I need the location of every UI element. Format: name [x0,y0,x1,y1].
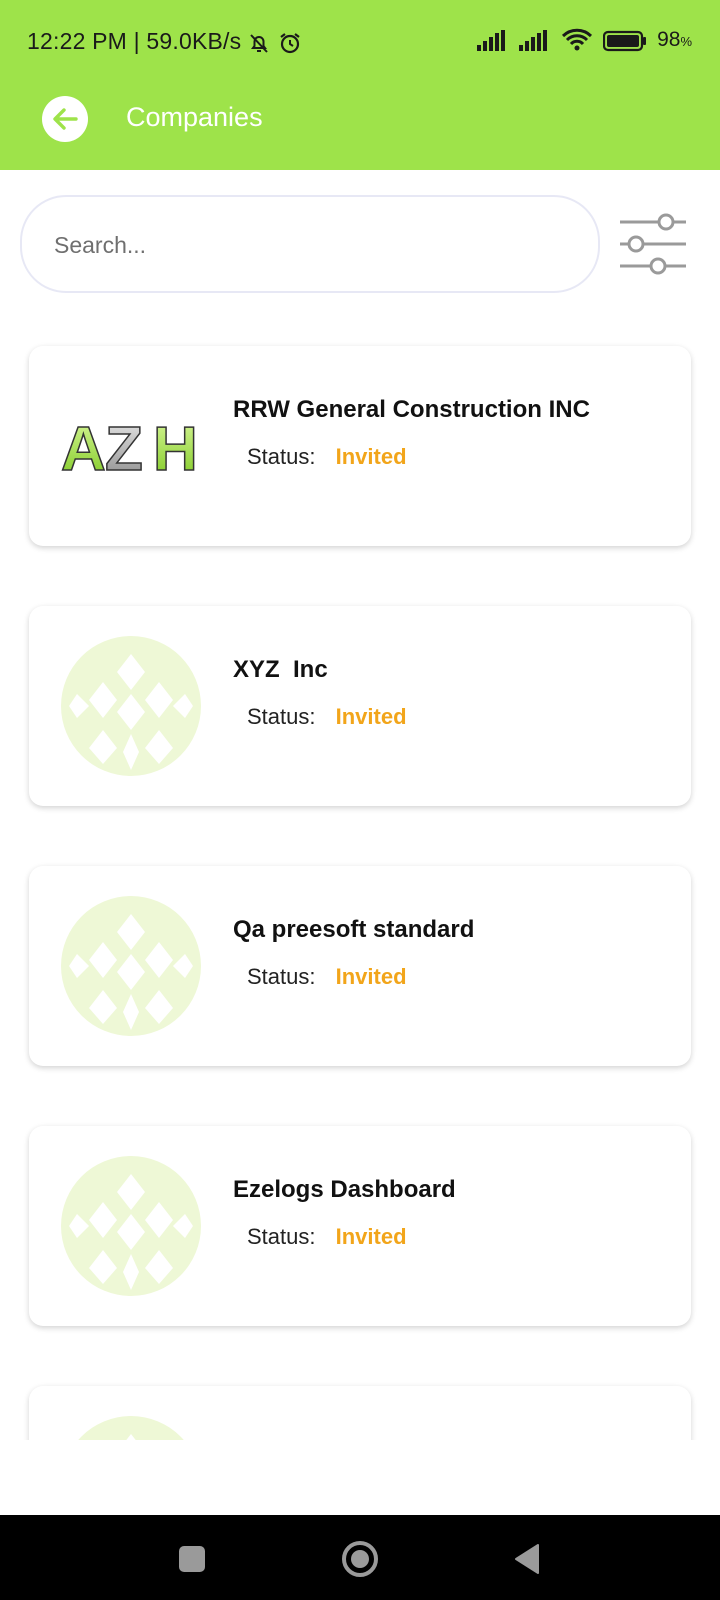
header: 12:22 PM | 59.0KB/s 98% Companies [0,0,720,170]
status-badge: Invited [335,964,407,989]
company-card[interactable]: A Z H RRW General Construction INC Statu… [29,346,691,546]
status-label: Status: [247,704,316,729]
home-button[interactable] [338,1537,382,1581]
svg-text:H: H [153,415,198,484]
status-bar: 12:22 PM | 59.0KB/s 98% [0,22,720,66]
recent-apps-button[interactable] [170,1537,214,1581]
battery-percent: 98% [657,28,692,52]
square-icon [179,1546,205,1572]
system-nav-bar [0,1515,720,1600]
page-title: Companies [126,102,263,132]
company-logo-azh: A Z H [59,374,203,518]
battery-icon [603,28,647,52]
placeholder-logo-icon [59,894,203,1038]
app-bar: Companies [0,86,720,156]
company-card[interactable]: Qa preesoft standard Status: Invited [29,866,691,1066]
company-card[interactable]: Ezelogs Dashboard Status: Invited [29,1126,691,1326]
status-badge: Invited [335,444,407,469]
system-back-button[interactable] [506,1537,550,1581]
status-row: Status: Invited [247,444,407,470]
status-badge: Invited [335,704,407,729]
arrow-left-icon [53,108,78,130]
time-and-speed: 12:22 PM | 59.0KB/s [27,28,242,55]
alarm-icon [277,28,303,56]
search-box[interactable] [20,195,600,293]
company-name: RRW General Construction INC [233,396,590,423]
company-name: XYZ Inc [233,656,328,683]
status-label: Status: [247,964,316,989]
status-label: Status: [247,1224,316,1249]
signal-icon [477,28,509,52]
signal-icon-2 [519,28,551,52]
company-card[interactable]: XYZ Inc Status: Invited [29,606,691,806]
company-list[interactable]: A Z H RRW General Construction INC Statu… [0,322,720,1440]
placeholder-logo-icon [59,634,203,778]
placeholder-logo-icon [59,1414,203,1440]
company-card[interactable] [29,1386,691,1440]
filter-button[interactable] [618,212,688,276]
status-left: 12:22 PM | 59.0KB/s [27,28,303,56]
bell-off-icon [247,28,271,55]
status-row: Status: Invited [247,964,407,990]
company-name: Ezelogs Dashboard [233,1176,456,1203]
sliders-icon [620,213,686,275]
wifi-icon [561,28,593,52]
placeholder-logo-icon [59,1154,203,1298]
search-input[interactable] [52,223,576,267]
status-badge: Invited [335,1224,407,1249]
company-name: Qa preesoft standard [233,916,475,943]
screen: 12:22 PM | 59.0KB/s 98% Companies Search… [0,0,720,1600]
back-button[interactable] [42,96,88,142]
status-row: Status: Invited [247,1224,407,1250]
triangle-back-icon [515,1544,539,1574]
svg-text:A: A [61,415,106,484]
status-label: Status: [247,444,316,469]
svg-text:Z: Z [105,415,143,484]
status-right: 98% [477,28,692,52]
status-row: Status: Invited [247,704,407,730]
circle-home-icon [342,1541,378,1577]
